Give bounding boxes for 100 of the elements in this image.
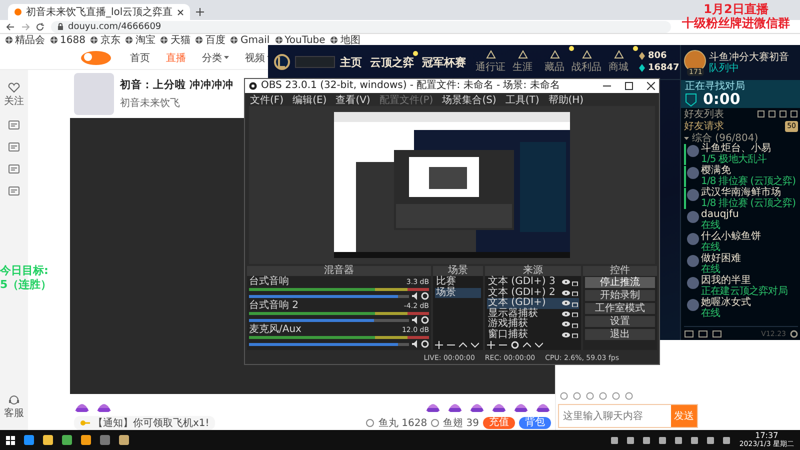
friend-item[interactable]: 武汉华南海鲜市场 1/8 排位赛 (云顶之弈) bbox=[684, 188, 798, 209]
eye-icon[interactable] bbox=[562, 332, 570, 338]
friend-item[interactable]: dauqjfu 在线 bbox=[684, 210, 798, 231]
back-icon[interactable] bbox=[6, 22, 15, 30]
friend-item[interactable]: 斗鱼炬台、小易 1/5 极地大乱斗 bbox=[684, 144, 798, 165]
bookmark[interactable]: Gmail bbox=[230, 34, 270, 46]
overlay-text: 5（连胜） bbox=[0, 278, 52, 292]
search-field[interactable] bbox=[295, 56, 335, 68]
volume-slider[interactable] bbox=[249, 294, 409, 298]
bookmark[interactable]: YouTube bbox=[274, 34, 326, 46]
nav-link[interactable]: 首页 bbox=[130, 50, 150, 64]
coin-icon bbox=[431, 419, 440, 427]
menu-item[interactable]: 查看(V) bbox=[336, 92, 370, 106]
source-item[interactable]: 文本 (GDI+) 3 bbox=[487, 277, 579, 288]
toolbar-item[interactable]: 生涯 bbox=[507, 50, 538, 74]
source-item[interactable]: 显示器捕获 bbox=[487, 308, 579, 319]
add-icon[interactable] bbox=[487, 340, 495, 348]
tray-icon[interactable] bbox=[659, 436, 666, 444]
close-icon[interactable] bbox=[176, 8, 184, 16]
bookmark[interactable]: 百度 bbox=[195, 34, 226, 46]
reload-icon[interactable] bbox=[36, 22, 45, 30]
menu-item[interactable]: 帮助(H) bbox=[548, 92, 584, 106]
friend-item[interactable]: 樱满免 1/8 排位赛 (云顶之弈) bbox=[684, 166, 798, 187]
close-icon[interactable] bbox=[647, 82, 655, 90]
speaker-icon[interactable] bbox=[412, 340, 418, 348]
tray-icon[interactable] bbox=[611, 436, 618, 444]
fish-icon bbox=[14, 8, 22, 16]
friend-item[interactable]: 做好困难 在线 bbox=[684, 254, 798, 275]
menu-item[interactable]: 编辑(E) bbox=[292, 92, 327, 106]
friend-item[interactable]: 什么小鲸鱼饼 在线 bbox=[684, 232, 798, 253]
group-header[interactable]: 综合 (96/804) bbox=[684, 132, 798, 144]
emblem-icon bbox=[614, 50, 624, 59]
nav-tab[interactable]: 云顶之弈 bbox=[370, 54, 414, 70]
down-icon[interactable] bbox=[535, 340, 543, 348]
tray-icon[interactable] bbox=[643, 436, 650, 444]
eye-icon[interactable] bbox=[562, 279, 570, 286]
tray-icon[interactable] bbox=[675, 436, 682, 444]
tray-icon[interactable] bbox=[707, 436, 714, 444]
volume-slider[interactable] bbox=[249, 342, 409, 346]
control-button[interactable]: 开始录制 bbox=[585, 290, 655, 301]
toolbar-item[interactable]: 商城 bbox=[603, 50, 634, 74]
menu-item[interactable]: 文件(F) bbox=[250, 92, 284, 106]
friends-title: 好友列表 bbox=[684, 108, 724, 120]
friend-item[interactable]: 她喔冰女式 在线 bbox=[684, 298, 798, 319]
eye-icon[interactable] bbox=[562, 300, 570, 306]
up-icon[interactable] bbox=[459, 340, 467, 348]
address-field[interactable]: douyu.com/4666609 bbox=[51, 20, 671, 32]
dock-title: 混音器 bbox=[324, 266, 354, 276]
scene-item[interactable]: 比赛 bbox=[435, 277, 481, 288]
overlay-text: 1月2日直播 bbox=[704, 2, 768, 16]
friend-item[interactable]: 因我的半里 正在建云顶之弈对局 bbox=[684, 276, 798, 297]
control-button[interactable]: 工作室模式 bbox=[585, 303, 655, 314]
windows-icon[interactable] bbox=[6, 436, 15, 444]
bookmark[interactable]: 京东 bbox=[90, 34, 120, 46]
overlay-text: 今日目标: bbox=[0, 264, 50, 278]
scene-item[interactable]: 场景 bbox=[435, 288, 481, 298]
service-item[interactable]: 客服 bbox=[4, 394, 24, 420]
maximize-icon[interactable] bbox=[625, 82, 633, 90]
control-button[interactable]: 退出 bbox=[585, 329, 655, 340]
add-icon[interactable] bbox=[435, 340, 443, 348]
clock-time[interactable]: 17:37 bbox=[755, 431, 778, 440]
eye-icon[interactable] bbox=[562, 290, 570, 296]
source-item[interactable]: 文本 (GDI+) bbox=[487, 298, 579, 308]
nav-tab[interactable]: 冠军杯赛 bbox=[422, 54, 466, 70]
key-icon bbox=[80, 419, 90, 427]
globe-icon bbox=[230, 36, 238, 44]
bookmark[interactable]: 地图 bbox=[330, 34, 360, 46]
browser-tab[interactable]: 初音未来饮飞直播_lol云顶之弈直 bbox=[8, 4, 190, 20]
source-item[interactable]: 窗口捕获 bbox=[487, 330, 579, 340]
bookmark[interactable]: 精品会 bbox=[5, 34, 45, 46]
source-item[interactable]: 游戏捕获 bbox=[487, 319, 579, 330]
nav-tab[interactable]: 主页 bbox=[340, 54, 362, 70]
channel-name: 台式音响 bbox=[249, 277, 289, 287]
up-icon[interactable] bbox=[523, 340, 531, 348]
speaker-icon[interactable] bbox=[412, 292, 418, 300]
tray-icon[interactable] bbox=[627, 436, 634, 444]
bookmark[interactable]: 淘宝 bbox=[125, 34, 156, 46]
follow-item[interactable]: 关注 bbox=[4, 82, 24, 108]
bookmark[interactable]: 天猫 bbox=[160, 34, 190, 46]
control-button[interactable]: 停止推流 bbox=[585, 277, 655, 288]
speaker-icon[interactable] bbox=[412, 316, 418, 324]
toolbar-item[interactable]: 藏品 bbox=[539, 50, 570, 74]
toolbar-item[interactable]: 通行证 bbox=[475, 50, 506, 74]
plus-icon[interactable] bbox=[196, 8, 204, 16]
menu-item[interactable]: 工具(T) bbox=[505, 92, 540, 106]
bookmark[interactable]: 1688 bbox=[50, 34, 86, 46]
toolbar-item[interactable]: 战利品 bbox=[571, 50, 602, 74]
source-item[interactable]: 文本 (GDI+) 2 bbox=[487, 288, 579, 298]
eye-icon[interactable] bbox=[562, 321, 570, 328]
nav-link[interactable]: 分类 bbox=[202, 50, 229, 64]
volume-slider[interactable] bbox=[249, 318, 409, 322]
down-icon[interactable] bbox=[471, 340, 479, 348]
control-button[interactable]: 设置 bbox=[585, 316, 655, 327]
gear-icon[interactable] bbox=[790, 330, 798, 338]
menu-item[interactable]: 场景集合(S) bbox=[442, 92, 496, 106]
tray-icon[interactable] bbox=[691, 436, 698, 444]
eye-icon[interactable] bbox=[562, 310, 570, 317]
streamer-name[interactable]: 初音未来饮飞 bbox=[120, 96, 234, 110]
wallet-button[interactable]: 背包 bbox=[519, 417, 551, 429]
tray-icon[interactable] bbox=[723, 436, 730, 444]
